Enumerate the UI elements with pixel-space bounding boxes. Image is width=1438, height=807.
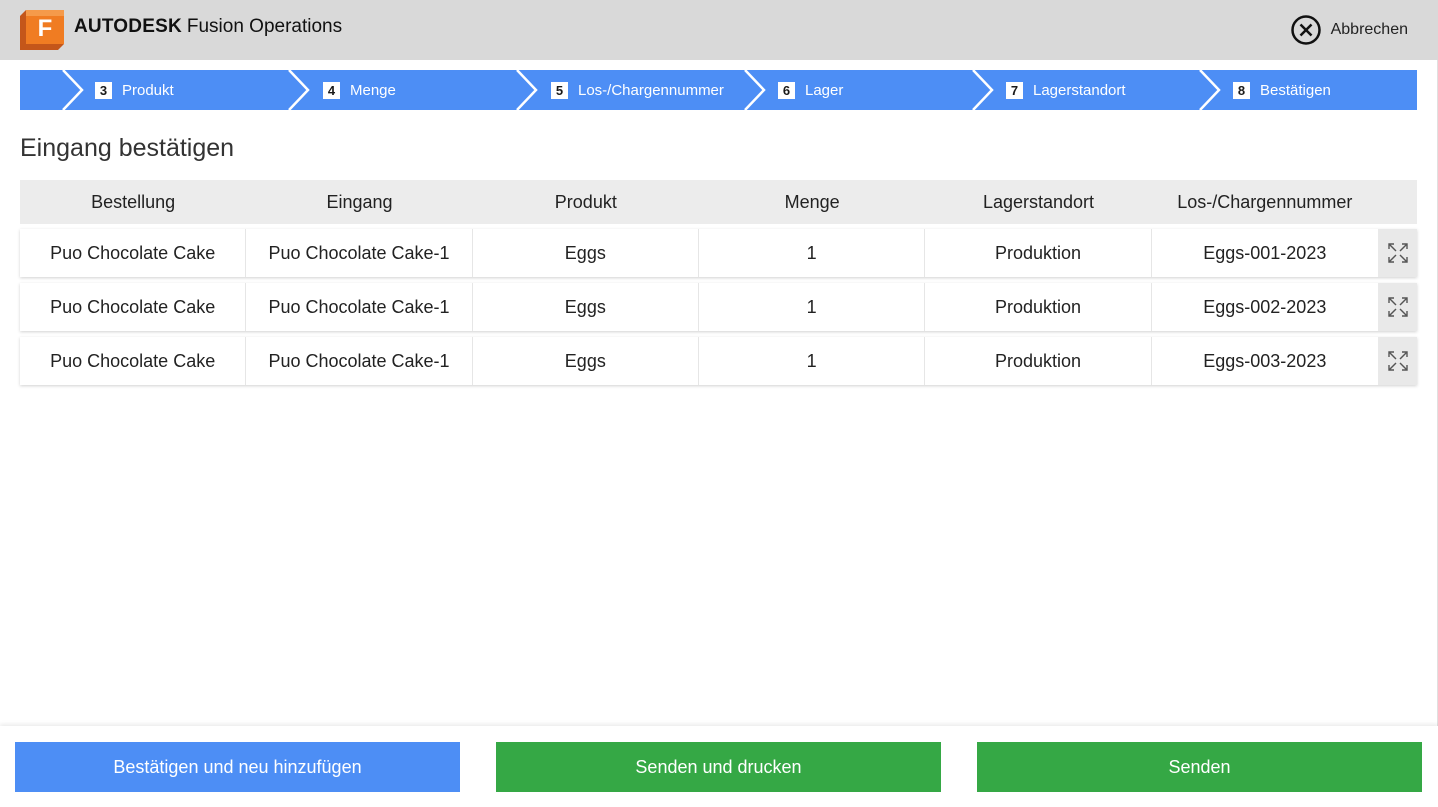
cell-produkt: Eggs bbox=[473, 229, 699, 277]
brand-company: AUTODESK bbox=[74, 16, 182, 37]
cell-eingang: Puo Chocolate Cake-1 bbox=[246, 337, 473, 385]
column-header-los-chargennummer: Los-/Chargennummer bbox=[1177, 191, 1353, 212]
step-produkt[interactable]: 3 Produkt bbox=[95, 70, 174, 110]
step-number: 4 bbox=[323, 81, 340, 99]
expand-row-button[interactable] bbox=[1378, 337, 1417, 385]
step-los-chargennummer[interactable]: 5 Los-/Chargennummer bbox=[551, 70, 724, 110]
cell-bestellung: Puo Chocolate Cake bbox=[20, 337, 247, 385]
chevron-right-icon bbox=[1199, 70, 1221, 110]
cell-lagerstandort: Produktion bbox=[925, 229, 1152, 277]
column-header-produkt: Produkt bbox=[554, 191, 617, 212]
column-header-bestellung: Bestellung bbox=[91, 191, 176, 212]
cell-los-chargennummer: Eggs-003-2023 bbox=[1203, 350, 1327, 371]
cancel-label: Abbrechen bbox=[1330, 21, 1408, 38]
step-label: Produkt bbox=[122, 81, 174, 99]
cell-bestellung: Puo Chocolate Cake bbox=[20, 229, 247, 277]
brand-product: Fusion Operations bbox=[186, 16, 343, 37]
expand-icon bbox=[1387, 351, 1408, 371]
chevron-right-icon bbox=[516, 70, 538, 110]
table-row: Puo Chocolate Cake Puo Chocolate Cake-1 … bbox=[20, 337, 1417, 385]
cell-lagerstandort: Produktion bbox=[925, 337, 1152, 385]
step-label: Menge bbox=[350, 81, 396, 99]
step-lager[interactable]: 6 Lager bbox=[778, 70, 843, 110]
chevron-right-icon bbox=[744, 70, 766, 110]
column-header-menge: Menge bbox=[784, 191, 840, 212]
confirm-and-add-new-button[interactable]: Bestätigen und neu hinzufügen bbox=[15, 742, 460, 792]
step-number: 8 bbox=[1233, 81, 1250, 99]
logo-letter: F bbox=[38, 15, 53, 42]
column-header-eingang: Eingang bbox=[326, 191, 393, 212]
receipt-table: Bestellung Eingang Produkt Menge Lagerst… bbox=[20, 180, 1417, 385]
step-label: Los-/Chargennummer bbox=[578, 81, 724, 99]
chevron-right-icon bbox=[62, 70, 84, 110]
page: F AUTODESK Fusion Operations Abbrechen 3 … bbox=[0, 0, 1438, 807]
page-title: Eingang bestätigen bbox=[20, 134, 235, 162]
column-header-lagerstandort: Lagerstandort bbox=[982, 191, 1095, 212]
step-lagerstandort[interactable]: 7 Lagerstandort bbox=[1006, 70, 1126, 110]
footer-actions: Bestätigen und neu hinzufügen Senden und… bbox=[0, 726, 1438, 807]
cell-lagerstandort: Produktion bbox=[925, 283, 1152, 331]
expand-row-button[interactable] bbox=[1378, 229, 1417, 277]
expand-row-button[interactable] bbox=[1378, 283, 1417, 331]
step-number: 7 bbox=[1006, 81, 1023, 99]
cell-menge: 1 bbox=[699, 337, 926, 385]
cell-menge: 1 bbox=[699, 229, 926, 277]
step-number: 5 bbox=[551, 81, 568, 99]
table-row: Puo Chocolate Cake Puo Chocolate Cake-1 … bbox=[20, 229, 1417, 277]
wizard-steps-bar: 3 Produkt 4 Menge 5 Los-/Chargennummer 6… bbox=[20, 70, 1417, 110]
step-bestaetigen[interactable]: 8 Bestätigen bbox=[1233, 70, 1331, 110]
table-row: Puo Chocolate Cake Puo Chocolate Cake-1 … bbox=[20, 283, 1417, 331]
cell-produkt: Eggs bbox=[473, 337, 699, 385]
table-header: Bestellung Eingang Produkt Menge Lagerst… bbox=[20, 180, 1417, 224]
step-label: Bestätigen bbox=[1260, 81, 1331, 99]
cell-los-chargennummer: Eggs-001-2023 bbox=[1203, 242, 1327, 263]
cell-menge: 1 bbox=[699, 283, 926, 331]
cell-los-chargennummer: Eggs-002-2023 bbox=[1203, 296, 1327, 317]
cell-eingang: Puo Chocolate Cake-1 bbox=[246, 229, 473, 277]
expand-icon bbox=[1387, 243, 1408, 263]
cell-produkt: Eggs bbox=[473, 283, 699, 331]
chevron-right-icon bbox=[288, 70, 310, 110]
cancel-button[interactable]: Abbrechen bbox=[1290, 14, 1408, 46]
step-label: Lagerstandort bbox=[1033, 81, 1126, 99]
step-label: Lager bbox=[805, 81, 844, 99]
cell-eingang: Puo Chocolate Cake-1 bbox=[246, 283, 473, 331]
chevron-right-icon bbox=[972, 70, 994, 110]
send-and-print-button[interactable]: Senden und drucken bbox=[496, 742, 941, 792]
step-number: 3 bbox=[95, 81, 112, 99]
send-button[interactable]: Senden bbox=[977, 742, 1422, 792]
close-circle-icon bbox=[1290, 15, 1321, 45]
brand-title: AUTODESK Fusion Operations bbox=[74, 15, 342, 39]
fusion-logo-icon: F bbox=[20, 10, 64, 50]
step-menge[interactable]: 4 Menge bbox=[323, 70, 396, 110]
step-number: 6 bbox=[778, 81, 795, 99]
app-header: F AUTODESK Fusion Operations Abbrechen bbox=[0, 0, 1438, 60]
expand-icon bbox=[1387, 297, 1408, 317]
cell-bestellung: Puo Chocolate Cake bbox=[20, 283, 247, 331]
